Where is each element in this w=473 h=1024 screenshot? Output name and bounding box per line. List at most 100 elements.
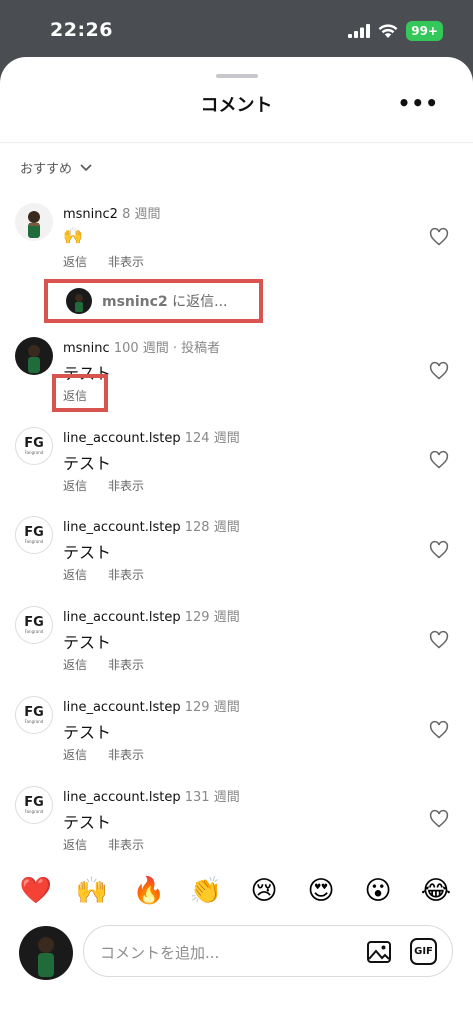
comment-username[interactable]: msninc2	[63, 207, 118, 222]
comment-username[interactable]: line_account.lstep	[63, 610, 181, 625]
comments-sheet: コメント ••• おすすめ msninc2 8 週間 🙌 返信 非表示 msni…	[0, 57, 473, 1024]
comment-time: 129 週間	[180, 700, 240, 715]
wifi-icon	[378, 23, 398, 38]
comment-time: 131 週間	[180, 790, 240, 805]
more-options-button[interactable]: •••	[398, 91, 439, 115]
hide-button[interactable]: 非表示	[108, 477, 144, 494]
gif-icon[interactable]: GIF	[410, 938, 437, 965]
fg-logo-text: FG	[24, 524, 44, 540]
fg-logo-sub: Fangrand	[24, 718, 44, 724]
comment-header: line_account.lstep 128 週間	[63, 516, 240, 535]
reply-button[interactable]: 返信	[63, 656, 87, 673]
comment-time: 8 週間	[117, 207, 161, 222]
reply-button[interactable]: 返信	[63, 253, 87, 270]
avatar[interactable]: FG Fangrand	[15, 786, 53, 824]
comment-text: 🙌	[63, 226, 83, 245]
fg-logo-text: FG	[24, 704, 44, 720]
reply-button[interactable]: 返信	[63, 477, 87, 494]
person-avatar-icon	[75, 294, 83, 312]
comment-username[interactable]: line_account.lstep	[63, 700, 181, 715]
person-avatar-icon	[28, 211, 40, 238]
hide-button[interactable]: 非表示	[108, 656, 144, 673]
heart-icon[interactable]	[429, 630, 449, 650]
reply-username: msninc2	[102, 294, 168, 310]
chevron-down-icon	[80, 163, 92, 171]
hide-button[interactable]: 非表示	[108, 253, 144, 270]
person-avatar-icon	[28, 345, 40, 373]
comment-actions: 返信 非表示	[63, 566, 144, 583]
comment-text: テスト	[63, 454, 112, 473]
hide-button[interactable]: 非表示	[108, 566, 144, 583]
sort-dropdown[interactable]: おすすめ	[20, 158, 92, 177]
signal-icon	[348, 24, 371, 38]
status-bar: 22:26 99+	[0, 0, 473, 60]
heart-icon[interactable]	[429, 720, 449, 740]
avatar[interactable]: FG Fangrand	[15, 427, 53, 465]
heart-icon[interactable]	[429, 450, 449, 470]
comment-time: 128 週間	[180, 520, 240, 535]
fg-logo-text: FG	[24, 794, 44, 810]
comment-item: FG Fangrand line_account.lstep 129 週間 テス…	[0, 606, 473, 676]
comment-actions: 返信 非表示	[63, 477, 144, 494]
heart-icon[interactable]	[429, 540, 449, 560]
emoji-crying[interactable]: 😢	[246, 876, 282, 906]
fg-logo-sub: Fangrand	[24, 538, 44, 544]
emoji-fire[interactable]: 🔥	[131, 876, 167, 906]
comment-username[interactable]: line_account.lstep	[63, 431, 181, 446]
emoji-heart-eyes[interactable]: 😍	[303, 876, 339, 906]
comment-time: 100 週間 · 投稿者	[109, 341, 221, 356]
comment-header: msninc 100 週間 · 投稿者	[63, 337, 220, 356]
comment-item: FG Fangrand line_account.lstep 131 週間 テス…	[0, 786, 473, 856]
comment-text: テスト	[63, 543, 112, 562]
comment-header: msninc2 8 週間	[63, 203, 161, 222]
hide-button[interactable]: 非表示	[108, 836, 144, 853]
emoji-raised-hands[interactable]: 🙌	[74, 876, 110, 906]
reply-button[interactable]: 返信	[63, 836, 87, 853]
emoji-surprised[interactable]: 😮	[360, 876, 396, 906]
heart-icon[interactable]	[429, 361, 449, 381]
reply-button[interactable]: 返信	[63, 566, 87, 583]
avatar[interactable]: FG Fangrand	[15, 696, 53, 734]
reply-highlight	[52, 374, 108, 412]
comment-header: line_account.lstep 131 週間	[63, 786, 240, 805]
comment-header: line_account.lstep 124 週間	[63, 427, 240, 446]
avatar[interactable]	[15, 203, 53, 241]
comment-actions: 返信 非表示	[63, 253, 144, 270]
emoji-laughing[interactable]: 😂	[418, 876, 454, 906]
comment-username[interactable]: line_account.lstep	[63, 790, 181, 805]
person-avatar-icon	[38, 937, 54, 977]
comment-item: FG Fangrand line_account.lstep 129 週間 テス…	[0, 696, 473, 766]
reply-avatar	[66, 288, 92, 314]
comment-item: FG Fangrand line_account.lstep 128 週間 テス…	[0, 516, 473, 586]
fg-logo-text: FG	[24, 435, 44, 451]
avatar[interactable]	[15, 337, 53, 375]
reply-button[interactable]: 返信	[63, 746, 87, 763]
hide-button[interactable]: 非表示	[108, 746, 144, 763]
comment-text: テスト	[63, 633, 112, 652]
comment-input[interactable]: コメントを追加... GIF	[83, 925, 453, 977]
sheet-grabber[interactable]	[216, 74, 258, 78]
comment-username[interactable]: line_account.lstep	[63, 520, 181, 535]
gallery-icon[interactable]	[366, 939, 392, 965]
heart-icon[interactable]	[429, 227, 449, 247]
comment-actions: 返信 非表示	[63, 836, 144, 853]
battery-indicator: 99+	[406, 21, 443, 41]
comment-username[interactable]: msninc	[63, 341, 110, 356]
heart-icon[interactable]	[429, 809, 449, 829]
sort-label: おすすめ	[20, 162, 73, 177]
fg-logo-sub: Fangrand	[24, 628, 44, 634]
reply-prompt-text: msninc2 に返信...	[102, 291, 228, 311]
reply-prompt[interactable]: msninc2 に返信...	[44, 279, 263, 323]
emoji-heart[interactable]: ❤️	[18, 876, 54, 906]
comment-input-placeholder: コメントを追加...	[100, 944, 220, 962]
header-divider	[0, 142, 473, 143]
avatar[interactable]: FG Fangrand	[15, 516, 53, 554]
comment-time: 124 週間	[180, 431, 240, 446]
emoji-clap[interactable]: 👏	[188, 876, 224, 906]
comment-item: FG Fangrand line_account.lstep 124 週間 テス…	[0, 427, 473, 497]
comment-time: 129 週間	[180, 610, 240, 625]
composer-avatar	[19, 926, 73, 980]
reply-suffix: に返信...	[167, 294, 228, 310]
avatar[interactable]: FG Fangrand	[15, 606, 53, 644]
status-icons: 99+	[348, 20, 443, 42]
